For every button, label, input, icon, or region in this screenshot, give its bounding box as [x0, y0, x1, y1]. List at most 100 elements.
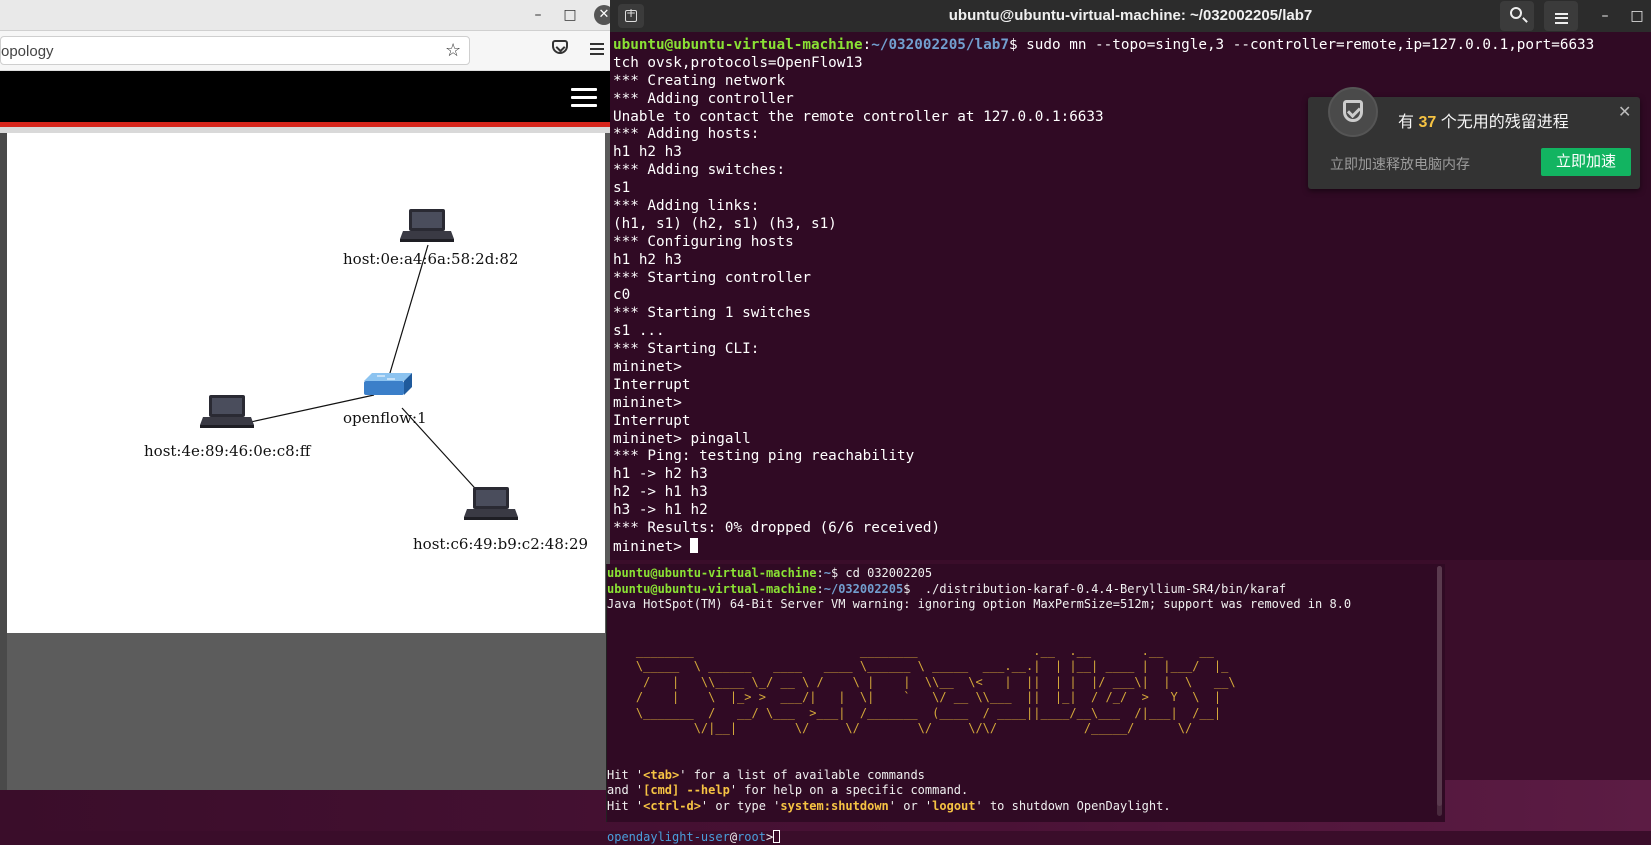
- help-keyword: <ctrl-d>: [643, 799, 701, 813]
- help-line-2: and '[cmd] --help' for help on a specifi…: [607, 783, 1432, 799]
- help-text: ' for help on a specific command.: [730, 783, 968, 797]
- command-line: ubuntu@ubuntu-virtual-machine:~/03200220…: [613, 37, 1648, 55]
- command-text: $ sudo mn --topo=single,3 --controller=r…: [1009, 37, 1594, 53]
- text-cursor: [690, 538, 698, 553]
- close-icon[interactable]: ✕: [1618, 102, 1631, 121]
- help-text: Hit ': [607, 799, 643, 813]
- command-text: $ ./distribution-karaf-0.4.4-Beryllium-S…: [903, 582, 1286, 596]
- prompt-user: ubuntu@ubuntu-virtual-machine: [613, 37, 863, 53]
- blank-line: [607, 737, 1432, 753]
- host-label: host:4e:89:46:0e:c8:ff: [144, 442, 310, 460]
- output-line: c0: [613, 287, 1648, 305]
- scrollbar[interactable]: [1437, 566, 1442, 816]
- host-icon[interactable]: [400, 209, 454, 242]
- msg-prefix: 有: [1398, 114, 1418, 131]
- output-line: *** Configuring hosts: [613, 234, 1648, 252]
- help-text: Hit ': [607, 768, 643, 782]
- terminal-minimize-button[interactable]: –: [1595, 6, 1615, 26]
- terminal-window: ubuntu@ubuntu-virtual-machine: ~/0320022…: [610, 0, 1651, 560]
- search-button[interactable]: [1500, 1, 1534, 31]
- prompt-user: opendaylight-user: [607, 830, 730, 844]
- logo-line: / | \ |_> > ___/| | \| ` \/ __ \\___ || …: [607, 690, 1432, 706]
- cd-line: ubuntu@ubuntu-virtual-machine:~$ cd 0320…: [607, 566, 1432, 582]
- process-count: 37: [1418, 114, 1436, 131]
- maximize-button[interactable]: □: [561, 6, 579, 24]
- output-line: tch ovsk,protocols=OpenFlow13: [613, 55, 1648, 73]
- browser-window: – □ ✕ opology ☆: [0, 0, 610, 790]
- close-button[interactable]: ✕: [594, 5, 610, 25]
- output-line: mininet> pingall: [613, 431, 1648, 449]
- cleanup-notification: 有 37 个无用的残留进程 ✕ 立即加速释放电脑内存 立即加速: [1308, 97, 1640, 189]
- output-line: h2 -> h1 h3: [613, 484, 1648, 502]
- prompt-at: @: [730, 830, 737, 844]
- minimize-button[interactable]: –: [529, 6, 547, 24]
- blank-line: [607, 814, 1432, 830]
- help-line-3: Hit '<ctrl-d>' or type 'system:shutdown'…: [607, 799, 1432, 815]
- prompt-path: ~: [824, 566, 831, 580]
- host-icon[interactable]: [200, 395, 254, 428]
- notification-subtext: 立即加速释放电脑内存: [1330, 154, 1470, 174]
- terminal-titlebar: ubuntu@ubuntu-virtual-machine: ~/0320022…: [610, 0, 1651, 32]
- host-label: host:c6:49:b9:c2:48:29: [413, 535, 588, 553]
- output-line: *** Starting controller: [613, 270, 1648, 288]
- output-line: mininet>: [613, 359, 1648, 377]
- command-text: $ cd 032002205: [831, 566, 932, 580]
- output-line: h1 h2 h3: [613, 252, 1648, 270]
- output-line: *** Starting 1 switches: [613, 305, 1648, 323]
- karaf-output: ubuntu@ubuntu-virtual-machine:~$ cd 0320…: [607, 566, 1432, 845]
- host-label: host:0e:a4:6a:58:2d:82: [343, 250, 518, 268]
- output-line: Interrupt: [613, 377, 1648, 395]
- accelerate-button[interactable]: 立即加速: [1541, 148, 1631, 176]
- help-text: ' for a list of available commands: [679, 768, 925, 782]
- url-bar[interactable]: opology ☆: [0, 36, 470, 65]
- help-line-1: Hit '<tab>' for a list of available comm…: [607, 768, 1432, 784]
- terminal-maximize-button[interactable]: □: [1627, 6, 1647, 26]
- msg-suffix: 个无用的残留进程: [1436, 114, 1568, 131]
- output-line: *** Adding links:: [613, 198, 1648, 216]
- switch-label: openflow:1: [343, 409, 427, 427]
- help-text: and ': [607, 783, 643, 797]
- page-menu-icon[interactable]: [571, 83, 597, 112]
- blank-line: [607, 628, 1432, 644]
- terminal-title: ubuntu@ubuntu-virtual-machine: ~/0320022…: [610, 7, 1651, 24]
- karaf-terminal[interactable]: ubuntu@ubuntu-virtual-machine:~$ cd 0320…: [606, 564, 1445, 822]
- logo-line: \_______ / __/ \___ >___| /_______ (____…: [607, 706, 1432, 722]
- logo-line: \_____ \ ______ ____ ____ \______ \ ____…: [607, 659, 1432, 675]
- output-line: *** Ping: testing ping reachability: [613, 448, 1648, 466]
- switch-icon[interactable]: [364, 373, 412, 395]
- prompt-user: ubuntu@ubuntu-virtual-machine: [607, 566, 817, 580]
- karaf-prompt: opendaylight-user@root>: [607, 830, 1432, 845]
- bookmark-star-icon[interactable]: ☆: [445, 40, 461, 61]
- text-cursor: [773, 830, 780, 843]
- final-prompt: mininet>: [613, 539, 690, 555]
- output-line: mininet>: [613, 395, 1648, 413]
- blank-line: [607, 752, 1432, 768]
- shield-icon: [1328, 87, 1378, 137]
- help-keyword: <tab>: [643, 768, 679, 782]
- jvm-warning: Java HotSpot(TM) 64-Bit Server VM warnin…: [607, 597, 1432, 613]
- browser-menu-icon[interactable]: [590, 40, 604, 58]
- output-line: s1 ...: [613, 323, 1648, 341]
- browser-titlebar: – □ ✕: [0, 0, 610, 31]
- help-keyword: logout: [932, 799, 975, 813]
- browser-toolbar: opology ☆: [0, 31, 610, 71]
- host-icon[interactable]: [464, 487, 518, 520]
- terminal-menu-button[interactable]: [1544, 1, 1578, 31]
- output-line: h3 -> h1 h2: [613, 502, 1648, 520]
- logo-line: ________ ________ .__ .__ .__ __: [607, 644, 1432, 660]
- help-text: ' or ': [889, 799, 932, 813]
- left-scroll-strip: [0, 133, 7, 790]
- prompt-symbol: >: [766, 830, 773, 844]
- output-line: *** Creating network: [613, 73, 1648, 91]
- url-text: opology: [1, 43, 54, 60]
- notification-message: 有 37 个无用的残留进程: [1398, 108, 1569, 132]
- output-line: *** Starting CLI:: [613, 341, 1648, 359]
- prompt-path: ~/032002205/lab7: [871, 37, 1009, 53]
- output-line: (h1, s1) (h2, s1) (h3, s1): [613, 216, 1648, 234]
- search-icon: [1510, 7, 1522, 19]
- menu-icon: [1555, 10, 1568, 26]
- help-text: ' or type ': [701, 799, 780, 813]
- output-line: *** Results: 0% dropped (6/6 received): [613, 520, 1648, 538]
- karaf-launch-line: ubuntu@ubuntu-virtual-machine:~/03200220…: [607, 582, 1432, 598]
- logo-line: / | \\____ \_/ __ \ / \ | | \\__ \< | ||…: [607, 675, 1432, 691]
